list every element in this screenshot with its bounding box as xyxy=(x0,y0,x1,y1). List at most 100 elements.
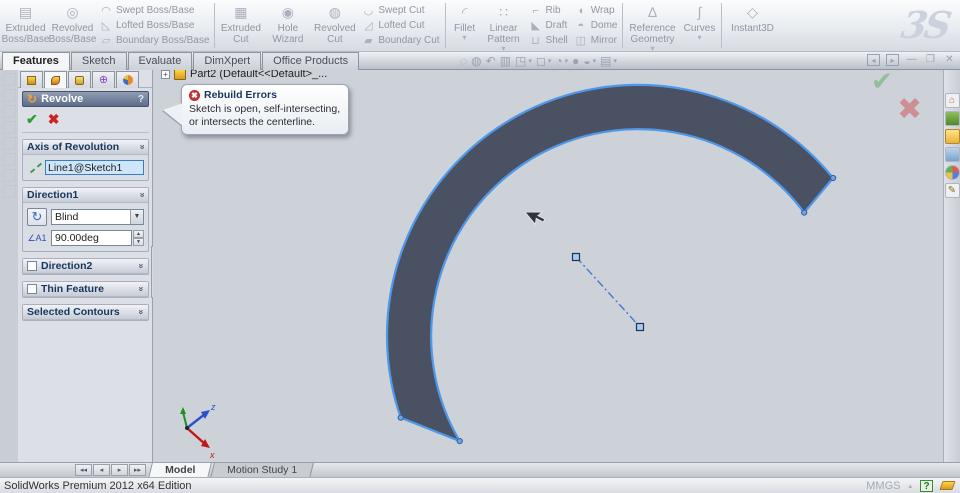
motion-study-tab[interactable]: Motion Study 1 xyxy=(210,463,315,478)
display-manager-tab[interactable] xyxy=(116,71,139,88)
units-dropdown-icon[interactable]: ▴ xyxy=(908,482,912,490)
axis-group-header[interactable]: Axis of Revolution « xyxy=(23,140,148,155)
quick-tips-icon[interactable]: ? xyxy=(920,479,933,492)
thin-feature-header[interactable]: Thin Feature » xyxy=(23,282,148,297)
view-orientation-icon[interactable]: ◳ xyxy=(515,54,526,68)
rib-button[interactable]: ⌐ Rib xyxy=(529,3,568,18)
tab-sketch[interactable]: Sketch xyxy=(70,52,127,70)
feature-tree-root[interactable]: + Part2 (Default<<Default>_... xyxy=(161,70,327,80)
thin-feature-checkbox[interactable] xyxy=(27,284,37,294)
previous-view-icon[interactable]: ↶ xyxy=(486,54,496,68)
left-tool-icon[interactable] xyxy=(2,185,16,198)
dropdown-arrow-icon[interactable]: ▼ xyxy=(130,210,143,224)
confirmation-corner-cancel-icon[interactable]: ✖ xyxy=(897,92,922,127)
left-tool-icon[interactable] xyxy=(2,137,16,150)
swept-boss-button[interactable]: ◠ Swept Boss/Base xyxy=(99,3,209,18)
display-style-icon[interactable]: ◻ xyxy=(536,54,546,68)
feature-manager-tab[interactable] xyxy=(20,71,43,88)
hole-wizard-button[interactable]: ◉ Hole Wizard xyxy=(264,1,311,50)
confirmation-corner-ok-icon[interactable]: ✔ xyxy=(871,70,893,97)
tab-dimxpert[interactable]: DimXpert xyxy=(193,52,262,70)
tree-expand-icon[interactable]: + xyxy=(161,70,170,79)
prev-tab-icon[interactable]: ◂ xyxy=(93,464,110,476)
curves-dropdown-icon[interactable]: ▾ xyxy=(697,34,701,42)
zoom-area-icon[interactable]: ◍ xyxy=(471,54,481,68)
extruded-cut-button[interactable]: ▦ Extruded Cut xyxy=(217,1,264,50)
units-label[interactable]: MMGS xyxy=(866,480,900,492)
direction2-checkbox[interactable] xyxy=(27,261,37,271)
arc-vertex-point[interactable] xyxy=(801,209,808,216)
cancel-x-button[interactable]: ✖ xyxy=(48,111,60,128)
scene-dropdown-icon[interactable]: ▾ xyxy=(593,57,597,65)
fillet-button[interactable]: ◜ Fillet ▾ xyxy=(448,1,482,50)
appearances-icon[interactable]: ● xyxy=(572,54,579,68)
tab-office-products[interactable]: Office Products xyxy=(262,52,360,70)
expand-chevron-icon[interactable]: » xyxy=(136,309,146,314)
hide-show-items-icon[interactable]: ◔ xyxy=(555,54,562,68)
display-style-dropdown-icon[interactable]: ▾ xyxy=(548,57,552,65)
left-tool-icon[interactable] xyxy=(2,89,16,102)
sketch-arc-profile[interactable] xyxy=(385,83,835,443)
direction1-header[interactable]: Direction1 « xyxy=(23,188,148,203)
lofted-cut-button[interactable]: ◿ Lofted Cut xyxy=(361,18,439,33)
section-view-icon[interactable]: ▥ xyxy=(500,54,511,68)
angle-input[interactable]: 90.00deg xyxy=(51,230,132,246)
appearances-scenes-icon[interactable] xyxy=(944,165,960,180)
left-tool-icon[interactable] xyxy=(2,169,16,182)
view-orientation-dropdown-icon[interactable]: ▾ xyxy=(528,57,532,65)
tab-features[interactable]: Features xyxy=(2,52,70,70)
shell-button[interactable]: ⊔ Shell xyxy=(529,33,568,48)
reverse-direction-icon[interactable]: ↻ xyxy=(27,208,47,226)
expand-chevron-icon[interactable]: » xyxy=(136,263,146,268)
design-library-icon[interactable] xyxy=(944,111,960,126)
arc-vertex-point[interactable] xyxy=(456,438,463,445)
selected-contours-header[interactable]: Selected Contours » xyxy=(23,305,148,320)
collapse-chevron-icon[interactable]: « xyxy=(136,192,146,197)
dimxpert-manager-tab[interactable]: ⊕ xyxy=(92,71,115,88)
graphics-viewport[interactable]: z x + Part2 (Default<<Default>_... ✖ Reb… xyxy=(153,70,943,462)
expand-chevron-icon[interactable]: » xyxy=(136,286,146,291)
view-settings-dropdown-icon[interactable]: ▾ xyxy=(614,57,618,65)
view-settings-icon[interactable]: ▤ xyxy=(600,54,611,68)
view-palette-icon[interactable] xyxy=(944,147,960,162)
wrap-button[interactable]: ◖ Wrap xyxy=(574,3,618,18)
mirror-button[interactable]: ◫ Mirror xyxy=(574,33,618,48)
boundary-cut-button[interactable]: ▰ Boundary Cut xyxy=(361,33,439,48)
centerline-endpoint[interactable] xyxy=(571,252,581,262)
window-forward-icon[interactable]: ▸ xyxy=(886,54,899,66)
configuration-manager-tab[interactable] xyxy=(68,71,91,88)
scene-icon[interactable]: ◒ xyxy=(583,54,590,68)
draft-button[interactable]: ◣ Draft xyxy=(529,18,568,33)
left-tool-icon[interactable] xyxy=(2,121,16,134)
revolved-cut-button[interactable]: ◍ Revolved Cut xyxy=(311,1,358,50)
angle-spinner[interactable]: ▲ ▼ xyxy=(133,230,144,246)
left-tool-icon[interactable] xyxy=(2,105,16,118)
swept-cut-button[interactable]: ◡ Swept Cut xyxy=(361,3,439,18)
end-condition-select[interactable]: Blind ▼ xyxy=(51,209,144,225)
hide-show-dropdown-icon[interactable]: ▾ xyxy=(565,57,569,65)
property-manager-tab[interactable] xyxy=(44,71,67,88)
arc-vertex-point[interactable] xyxy=(397,414,404,421)
last-tab-icon[interactable]: ▸▸ xyxy=(129,464,146,476)
instant3d-button[interactable]: ◇ Instant3D xyxy=(724,1,780,50)
extruded-boss-button[interactable]: ▤ Extruded Boss/Base xyxy=(2,1,50,50)
zoom-fit-icon[interactable]: ◌ xyxy=(460,54,467,68)
left-tool-icon[interactable] xyxy=(2,153,16,166)
linear-pattern-button[interactable]: ∷ Linear Pattern ▾ xyxy=(482,1,526,53)
ok-check-button[interactable]: ✔ xyxy=(26,111,38,128)
fillet-dropdown-icon[interactable]: ▾ xyxy=(463,34,467,42)
arc-vertex-point[interactable] xyxy=(830,174,837,182)
dome-button[interactable]: ◓ Dome xyxy=(574,18,617,33)
left-tool-icon[interactable] xyxy=(2,73,16,86)
centerline-axis[interactable] xyxy=(575,256,641,328)
axis-selection-field[interactable]: Line1@Sketch1 xyxy=(45,160,144,175)
boundary-boss-button[interactable]: ▱ Boundary Boss/Base xyxy=(99,33,210,48)
minimize-icon[interactable]: — xyxy=(905,54,918,66)
custom-properties-icon[interactable]: ✎ xyxy=(944,183,960,198)
direction2-header[interactable]: Direction2 » xyxy=(23,259,148,274)
reference-geometry-button[interactable]: ∆ Reference Geometry ▾ xyxy=(625,1,679,53)
revolved-boss-button[interactable]: ◎ Revolved Boss/Base xyxy=(49,1,97,50)
centerline-endpoint[interactable] xyxy=(635,322,645,332)
lofted-boss-button[interactable]: ◺ Lofted Boss/Base xyxy=(99,18,209,33)
window-back-icon[interactable]: ◂ xyxy=(867,54,880,66)
